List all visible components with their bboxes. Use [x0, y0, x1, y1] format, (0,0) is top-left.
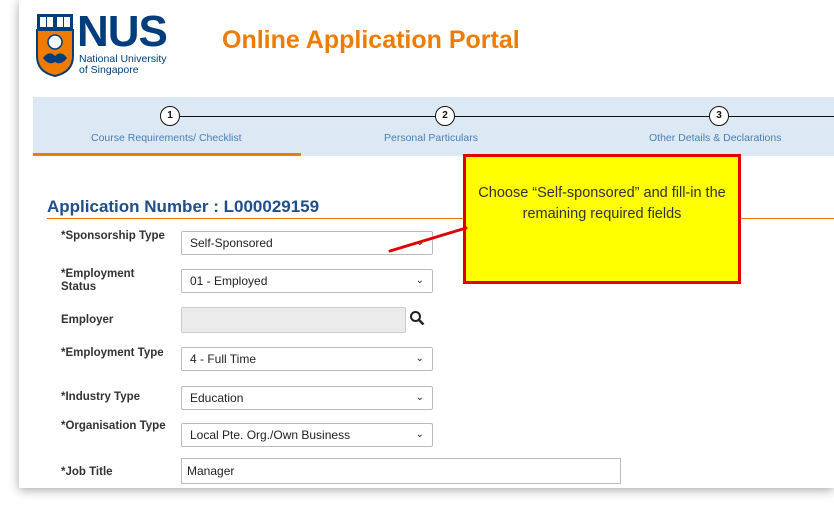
step-label: Course Requirements/ Checklist: [91, 132, 242, 144]
portal-title: Online Application Portal: [222, 26, 520, 54]
logo-wordmark: NUS: [77, 7, 168, 56]
industry-type-select[interactable]: Education ⌄: [181, 386, 433, 410]
industry-type-label: *Industry Type: [61, 391, 141, 403]
nus-crest-icon: [36, 14, 74, 78]
chevron-down-icon: ⌄: [415, 429, 424, 440]
sponsorship-type-select[interactable]: Self-Sponsored ⌄: [181, 231, 433, 255]
step-label: Other Details & Declarations: [649, 132, 782, 144]
active-step-indicator: [33, 153, 301, 156]
employer-label: Employer: [61, 314, 114, 326]
select-value: 4 - Full Time: [190, 352, 257, 366]
step-number: 3: [709, 106, 729, 126]
select-value: Self-Sponsored: [190, 236, 273, 250]
employment-type-label: *Employment Type: [61, 347, 164, 359]
step-number: 2: [435, 106, 455, 126]
select-value: Local Pte. Org./Own Business: [190, 428, 351, 442]
organisation-type-select[interactable]: Local Pte. Org./Own Business ⌄: [181, 423, 433, 447]
application-number: Application Number : L000029159: [47, 197, 320, 216]
step-other-details[interactable]: 3 Other Details & Declarations: [613, 97, 834, 156]
step-label: Personal Particulars: [384, 132, 478, 144]
progress-steps: 1 Course Requirements/ Checklist 2 Perso…: [33, 97, 834, 156]
step-number: 1: [160, 106, 180, 126]
application-portal-window: NUS National University of Singapore Onl…: [19, 0, 834, 488]
employment-status-select[interactable]: 01 - Employed ⌄: [181, 269, 433, 293]
step-personal-particulars[interactable]: 2 Personal Particulars: [333, 97, 533, 156]
employment-type-select[interactable]: 4 - Full Time ⌄: [181, 347, 433, 371]
select-value: 01 - Employed: [190, 274, 268, 288]
select-value: Education: [190, 391, 244, 405]
logo-subtitle-line-2: of Singapore: [79, 64, 139, 76]
step-course-requirements[interactable]: 1 Course Requirements/ Checklist: [33, 97, 303, 156]
sponsorship-type-label: *Sponsorship Type: [61, 230, 165, 242]
employment-status-label: *Employment Status: [61, 268, 135, 293]
search-icon[interactable]: [409, 310, 425, 326]
instruction-callout: Choose “Self-sponsored” and fill-in the …: [463, 154, 741, 284]
job-title-input[interactable]: Manager: [181, 458, 621, 484]
employer-input[interactable]: [181, 307, 406, 333]
chevron-down-icon: ⌄: [415, 392, 424, 403]
chevron-down-icon: ⌄: [415, 275, 424, 286]
job-title-label: *Job Title: [61, 466, 113, 478]
chevron-down-icon: ⌄: [415, 353, 424, 364]
organisation-type-label: *Organisation Type: [61, 420, 166, 432]
chevron-down-icon: ⌄: [415, 237, 424, 248]
nus-logo: NUS National University of Singapore: [35, 8, 180, 78]
logo-subtitle: National University of Singapore: [79, 54, 167, 76]
